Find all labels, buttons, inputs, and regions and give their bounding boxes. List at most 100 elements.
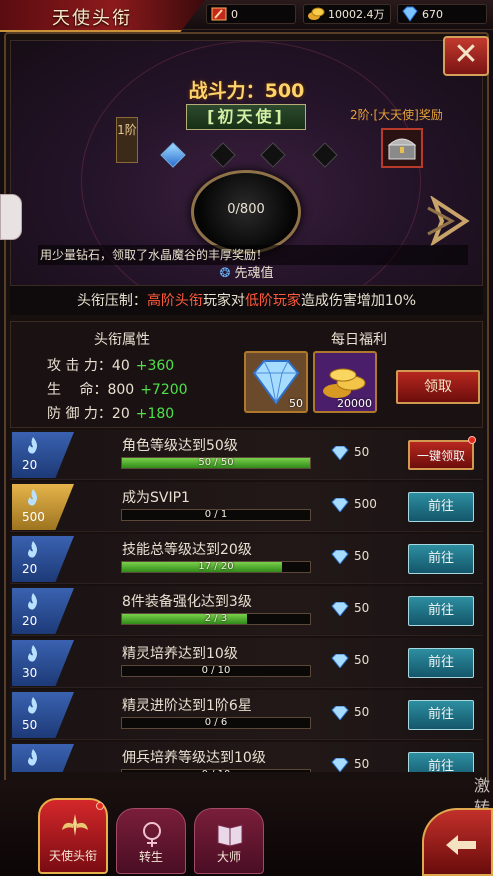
reward-count: 20000 <box>337 397 372 410</box>
task-row: 20 技能总等级达到20级 17 / 20 50 前往 <box>10 534 483 584</box>
soul-icon: ❂ <box>219 266 231 281</box>
soul-flame-icon <box>28 645 37 662</box>
task-reward-amount: 50 <box>354 757 370 771</box>
soul-flame-icon <box>28 437 37 454</box>
progress-text: 0/800 <box>227 202 265 217</box>
back-arrow-icon <box>446 835 476 855</box>
nav-label: 大师 <box>216 850 241 864</box>
gold-counter: 10002.4万 <box>303 4 391 24</box>
task-badge: 30 <box>12 744 74 772</box>
task-row: 30 精灵培养达到10级 0 / 10 50 前往 <box>10 638 483 688</box>
task-reward: 50 <box>330 705 369 720</box>
diamond-icon <box>331 549 349 564</box>
daily-title: 每日福利 <box>331 332 387 348</box>
nav-angel-title[interactable]: 天使头衔 <box>38 798 108 874</box>
task-reward: 500 <box>330 497 377 512</box>
gold-coin-icon <box>308 7 325 20</box>
soul-flame-icon <box>28 697 37 714</box>
task-action-button[interactable]: 前往 <box>408 700 474 730</box>
task-name: 角色等级达到50级 <box>122 438 238 454</box>
rank-title: [初天使] <box>186 104 306 130</box>
back-button[interactable] <box>422 808 493 876</box>
daily-reward-diamond[interactable]: 50 <box>244 351 308 413</box>
task-row: 500 成为SVIP1 0 / 1 500 前往 <box>10 482 483 532</box>
next-tier-reward-label: 2阶·[大天使]奖励 <box>350 108 443 122</box>
diamond-count: 670 <box>422 7 443 21</box>
task-progress-bar: 0 / 1 <box>121 509 311 521</box>
task-progress-bar: 17 / 20 <box>121 561 311 573</box>
nav-master[interactable]: 大师 <box>194 808 264 874</box>
daily-reward-gold[interactable]: 20000 <box>313 351 377 413</box>
task-name: 精灵培养达到10级 <box>122 646 238 662</box>
task-reward-amount: 50 <box>354 601 370 615</box>
next-tier-arrow[interactable] <box>424 196 474 246</box>
suppress-highlight: 低阶玩家 <box>244 293 301 309</box>
task-list: 20 角色等级达到50级 50 / 50 50 一键领取 500 成为SVIP1 0 / 15… <box>10 430 483 772</box>
task-reward-amount: 50 <box>354 705 370 719</box>
task-action-button[interactable]: 前往 <box>408 596 474 626</box>
close-icon: ✕ <box>453 37 479 72</box>
suppress-text: 造成伤害增加10% <box>300 293 417 309</box>
combat-power: 战斗力：500 <box>188 80 305 102</box>
attr-health: 生 命：800 +7200 <box>47 382 188 398</box>
nav-reincarnation[interactable]: 转生 <box>116 808 186 874</box>
suppress-text: 头衔压制： <box>76 293 147 309</box>
task-badge: 20 <box>12 432 74 478</box>
diamond-icon <box>331 497 349 512</box>
task-progress-text: 2 / 3 <box>204 613 228 624</box>
task-action-button[interactable]: 前往 <box>408 648 474 678</box>
task-badge-value: 20 <box>22 614 38 628</box>
task-row: 30 佣兵培养等级达到10级 0 / 10 50 前往 <box>10 742 483 772</box>
daily-claim-button[interactable]: 领取 <box>396 370 480 404</box>
diamond-icon <box>331 445 349 460</box>
reincarnation-icon <box>143 822 161 847</box>
notification-dot <box>96 802 104 810</box>
top-bar: 天使头衔 0 10002.4万 670 <box>0 0 493 32</box>
task-row: 50 精灵进阶达到1阶6星 0 / 6 50 前往 <box>10 690 483 740</box>
task-action-button[interactable]: 前往 <box>408 544 474 574</box>
task-reward: 50 <box>330 601 369 616</box>
diamond-icon <box>402 6 418 22</box>
tier-label: 1阶 <box>116 117 138 163</box>
reward-chest-button[interactable] <box>381 128 423 168</box>
chest-icon <box>387 138 417 160</box>
diamond-icon <box>331 705 349 720</box>
task-action-button[interactable]: 前往 <box>408 752 474 772</box>
gold-count: 10002.4万 <box>328 8 385 21</box>
task-badge: 50 <box>12 692 74 738</box>
task-name: 8件装备强化达到3级 <box>122 594 252 610</box>
reward-count: 50 <box>289 397 303 410</box>
task-reward: 50 <box>330 549 369 564</box>
task-badge: 30 <box>12 640 74 686</box>
diamond-icon <box>331 757 349 772</box>
task-reward-amount: 500 <box>354 497 377 511</box>
soul-label: 先魂值 <box>234 266 274 281</box>
task-progress-bar: 0 / 10 <box>121 769 311 772</box>
task-name: 精灵进阶达到1阶6星 <box>122 698 252 714</box>
task-badge: 20 <box>12 536 74 582</box>
task-progress-text: 0 / 1 <box>204 509 228 520</box>
ticket-counter: 0 <box>206 4 296 24</box>
task-action-button[interactable]: 前往 <box>408 492 474 522</box>
task-reward-amount: 50 <box>354 653 370 667</box>
task-progress-bar: 0 / 6 <box>121 717 311 729</box>
task-badge: 20 <box>12 588 74 634</box>
book-icon <box>217 824 243 847</box>
ticket-count: 0 <box>231 7 238 21</box>
diamond-icon <box>331 653 349 668</box>
task-action-button[interactable]: 一键领取 <box>408 440 474 470</box>
task-reward-amount: 50 <box>354 549 370 563</box>
close-button[interactable]: ✕ <box>443 36 489 76</box>
task-row: 20 角色等级达到50级 50 / 50 50 一键领取 <box>10 430 483 480</box>
task-badge-value: 500 <box>22 510 45 524</box>
attr-attack: 攻 击 力：40 +360 <box>47 358 175 374</box>
task-badge-value: 30 <box>22 666 38 680</box>
soul-value: ❂ 先魂值 <box>0 262 493 281</box>
soul-flame-icon <box>28 749 37 766</box>
ticket-icon <box>211 7 227 21</box>
task-progress-bar: 2 / 3 <box>121 613 311 625</box>
task-badge-value: 50 <box>22 718 38 732</box>
side-tab[interactable] <box>0 194 22 240</box>
task-reward: 50 <box>330 757 369 772</box>
task-name: 成为SVIP1 <box>122 490 190 506</box>
